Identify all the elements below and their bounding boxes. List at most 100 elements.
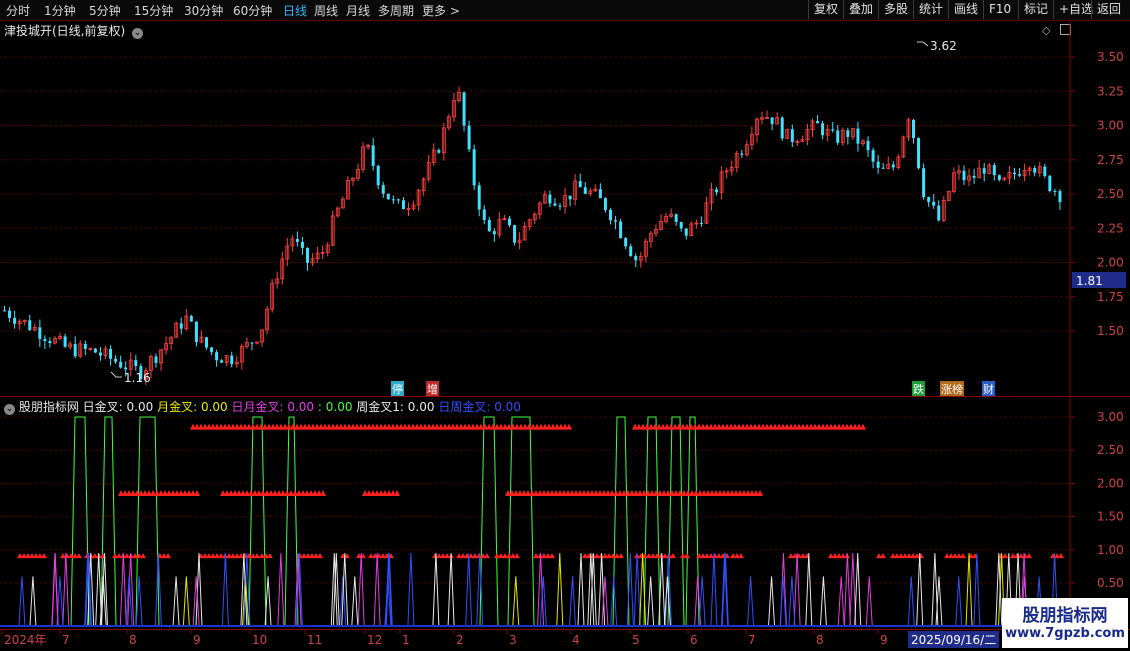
watermark-url: www.7gpzb.com <box>1005 626 1125 641</box>
small-red-arrow <box>140 553 146 559</box>
small-red-arrow <box>1058 553 1064 559</box>
candle-body <box>381 185 385 194</box>
price-panel: 津投城开(日线,前复权) ⌄ ◇ 3.50 3.25 3.00 2.75 2.50 2.2… <box>0 20 1130 397</box>
candle-body <box>629 246 633 257</box>
tab-5min[interactable]: 5分钟 <box>89 2 121 19</box>
candle-body <box>922 168 926 198</box>
candle-body <box>189 316 193 322</box>
restore-rights-button[interactable]: 复权 <box>808 0 843 19</box>
signal-spike <box>973 553 981 627</box>
candle-body <box>831 129 835 131</box>
multi-stock-button[interactable]: 多股 <box>878 0 913 19</box>
indicator-tick-label: 2.50 <box>1097 443 1124 457</box>
tab-more[interactable]: 更多 > <box>422 2 460 19</box>
candle-body <box>462 92 466 126</box>
green-signal <box>685 416 700 627</box>
candle-body <box>881 167 885 169</box>
indicator-panel: ⌄ 股朋指标网 日金叉: 0.00 月金叉: 0.00 日月金叉: 0.00 :… <box>0 397 1130 629</box>
small-red-arrow <box>880 553 886 559</box>
signal-spike <box>432 553 440 627</box>
signal-spike <box>965 553 973 627</box>
x-tick-label: 5 <box>632 633 640 647</box>
period-toolbar: 分时 1分钟 5分钟 15分钟 30分钟 60分钟 日线 周线 月线 多周期 更… <box>0 0 1130 21</box>
candle-body <box>205 337 208 348</box>
green-signal <box>135 416 160 627</box>
candle-body <box>401 200 405 210</box>
indicator-tick-label: 1.00 <box>1097 543 1124 557</box>
candle-body <box>154 356 158 363</box>
candle-body <box>295 238 299 243</box>
indicator-tick-label: 2.00 <box>1097 476 1124 490</box>
candle-body <box>210 347 214 353</box>
candle-body <box>386 193 390 200</box>
tab-1min[interactable]: 1分钟 <box>44 2 76 19</box>
x-tick-label: 2024年 <box>4 633 47 647</box>
marker-fall[interactable]: 跌 <box>912 381 925 397</box>
drawing-button[interactable]: 画线 <box>948 0 983 19</box>
tab-multi-period[interactable]: 多周期 <box>378 2 414 19</box>
signal-spike <box>837 576 845 627</box>
small-red-arrow <box>960 553 966 559</box>
candle-body <box>3 310 6 312</box>
candle-body <box>513 225 517 243</box>
candle-body <box>1048 175 1052 192</box>
marker-halt[interactable]: 停 <box>391 381 404 397</box>
candle-body <box>63 336 67 347</box>
candle-body <box>927 197 931 202</box>
x-tick-label: 2 <box>456 633 464 647</box>
overlay-button[interactable]: 叠加 <box>843 0 878 19</box>
red-arrow-marker <box>566 423 572 430</box>
candle-body <box>568 195 572 200</box>
signal-spike <box>916 553 924 627</box>
marker-increase[interactable]: 增 <box>426 381 439 397</box>
candle-body <box>866 140 870 151</box>
watermark: 股朋指标网 www.7gpzb.com <box>1002 598 1128 648</box>
price-tick-label: 1.75 <box>1097 290 1124 304</box>
candle-body <box>98 352 102 356</box>
signal-spike <box>18 576 26 627</box>
candle-body <box>396 199 400 201</box>
marker-top-gainers[interactable]: 涨榜 <box>940 381 964 397</box>
small-red-arrow <box>670 553 676 559</box>
small-red-arrow <box>514 553 520 559</box>
red-arrow-marker <box>757 490 763 497</box>
back-button[interactable]: 返回 <box>1091 0 1126 19</box>
red-arrow-marker <box>860 423 866 430</box>
indicator-tick-label: 0.50 <box>1097 576 1124 590</box>
candle-body <box>28 320 32 330</box>
tab-monthly[interactable]: 月线 <box>346 2 370 19</box>
tab-daily[interactable]: 日线 <box>283 2 307 19</box>
signal-spike <box>931 553 939 627</box>
candle-body <box>487 219 491 232</box>
signal-spike <box>793 553 801 627</box>
small-red-arrow <box>254 553 260 559</box>
candle-body <box>230 355 234 365</box>
x-tick-label: 9 <box>880 633 888 647</box>
marker-finance[interactable]: 财 <box>982 381 995 397</box>
tab-15min[interactable]: 15分钟 <box>134 2 173 19</box>
current-date-label: 2025/09/16/二 <box>908 631 1000 648</box>
candle-body <box>917 138 921 169</box>
x-tick-label: 9 <box>193 633 201 647</box>
small-red-arrow <box>484 553 490 559</box>
signal-spike <box>357 553 365 627</box>
tab-minute[interactable]: 分时 <box>6 2 30 19</box>
x-tick-label: 7 <box>748 633 756 647</box>
candle-body <box>558 205 562 207</box>
x-tick-label: 3 <box>509 633 517 647</box>
tab-weekly[interactable]: 周线 <box>314 2 338 19</box>
candle-body <box>119 361 123 368</box>
signal-spike <box>843 553 851 627</box>
tab-30min[interactable]: 30分钟 <box>184 2 223 19</box>
signal-spike <box>647 576 655 627</box>
signal-spike <box>710 553 718 627</box>
small-red-arrow <box>549 553 555 559</box>
candle-body <box>391 199 395 201</box>
mark-button[interactable]: 标记 <box>1018 0 1053 19</box>
f10-button[interactable]: F10 <box>983 0 1016 19</box>
tab-60min[interactable]: 60分钟 <box>233 2 272 19</box>
signal-spike <box>865 576 873 627</box>
signal-spike <box>819 576 827 627</box>
small-red-arrow <box>76 553 82 559</box>
statistics-button[interactable]: 统计 <box>913 0 948 19</box>
